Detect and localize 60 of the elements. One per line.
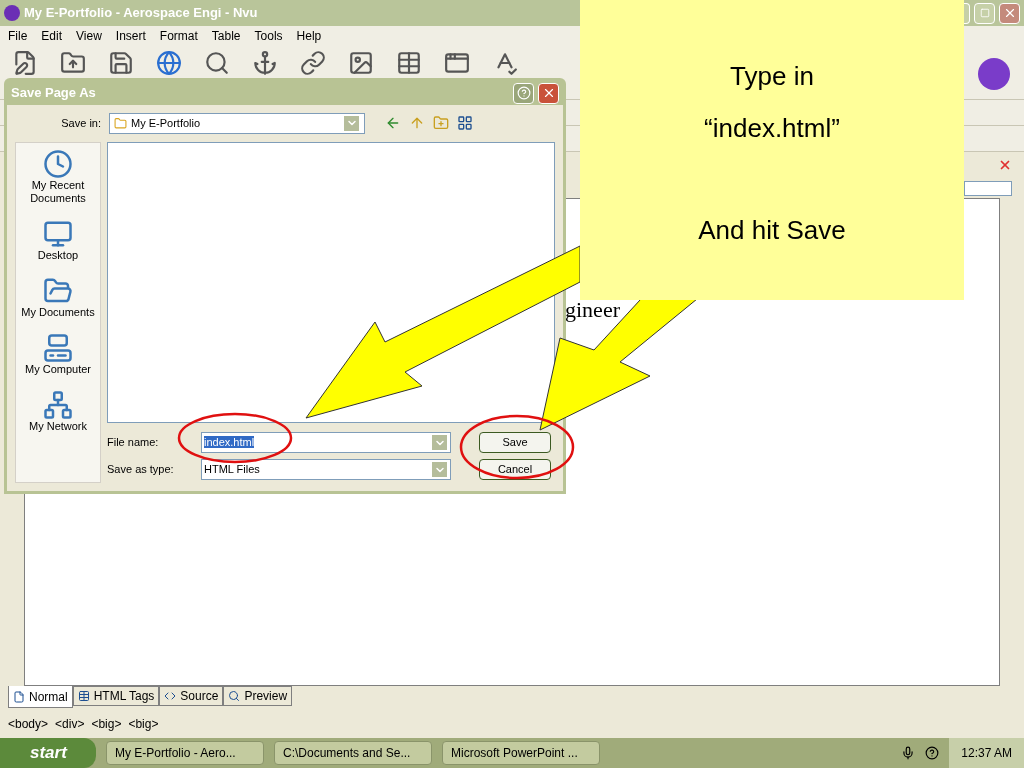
- menu-item[interactable]: Help: [296, 27, 322, 45]
- close-icon[interactable]: [538, 82, 559, 104]
- folder-icon: [114, 116, 127, 130]
- menu-item[interactable]: Insert: [115, 27, 146, 45]
- menu-item[interactable]: View: [76, 27, 102, 45]
- save-in-dropdown[interactable]: My E-Portfolio: [109, 112, 365, 134]
- link-icon[interactable]: [300, 50, 326, 76]
- note-text: “index.html”: [704, 112, 840, 145]
- close-icon[interactable]: [998, 158, 1012, 172]
- view-tab[interactable]: HTML Tags: [72, 686, 160, 706]
- folder-up-icon[interactable]: [60, 50, 86, 76]
- app-logo-icon: [4, 5, 20, 21]
- input-field[interactable]: [964, 180, 1012, 196]
- tag-link[interactable]: <big>: [91, 715, 122, 733]
- clock: 12:37 AM: [949, 738, 1024, 768]
- table-icon[interactable]: [396, 50, 422, 76]
- close-icon[interactable]: [999, 2, 1020, 24]
- tag-link[interactable]: <body>: [8, 715, 49, 733]
- window-title: My E-Portfolio - Aerospace Engi - Nvu: [24, 4, 258, 23]
- search-icon[interactable]: [204, 50, 230, 76]
- menu-item[interactable]: Edit: [41, 27, 63, 45]
- taskbar-button[interactable]: Microsoft PowerPoint ...: [442, 741, 600, 765]
- microphone-icon[interactable]: [901, 746, 916, 760]
- start-button[interactable]: start: [0, 738, 96, 768]
- tag-link[interactable]: <big>: [128, 715, 159, 733]
- computer-icon: [43, 333, 73, 363]
- taskbar-button[interactable]: C:\Documents and Se...: [274, 741, 432, 765]
- view-tab[interactable]: Preview: [223, 686, 293, 706]
- globe-icon[interactable]: [156, 50, 182, 76]
- window-icon[interactable]: [444, 50, 470, 76]
- page-pencil-icon[interactable]: [12, 50, 38, 76]
- back-icon[interactable]: [385, 115, 401, 131]
- tag-link[interactable]: <div>: [55, 715, 85, 733]
- editor-text: gineer: [565, 296, 620, 324]
- view-menu-icon[interactable]: [457, 115, 473, 131]
- menu-item[interactable]: Format: [159, 27, 198, 45]
- menu-item[interactable]: File: [8, 27, 28, 45]
- picture-frame-icon[interactable]: [348, 50, 374, 76]
- save-in-label: Save in:: [60, 115, 101, 131]
- app-logo-icon: [978, 58, 1010, 90]
- code-icon: [164, 690, 177, 702]
- view-tab[interactable]: Normal: [8, 686, 73, 708]
- menu-item[interactable]: Tools: [254, 27, 283, 45]
- dialog-title: Save Page As: [11, 84, 96, 103]
- taskbar-button[interactable]: My E-Portfolio - Aero...: [106, 741, 264, 765]
- menu-item[interactable]: Table: [211, 27, 241, 45]
- note-text: And hit Save: [698, 214, 846, 247]
- search-icon: [228, 690, 241, 702]
- save-as-type-label: Save as type:: [107, 462, 175, 478]
- view-tab[interactable]: Source: [159, 686, 224, 706]
- save-button[interactable]: Save: [479, 432, 551, 453]
- file-name-label: File name:: [107, 435, 160, 451]
- network-icon: [43, 390, 73, 420]
- note-text: Type in: [730, 60, 814, 93]
- file-name-field[interactable]: index.html: [201, 432, 451, 453]
- page-icon: [13, 690, 25, 703]
- save-as-type-dropdown[interactable]: HTML Files: [201, 459, 451, 480]
- help-icon[interactable]: [925, 746, 940, 760]
- desktop-icon: [43, 219, 73, 249]
- anchor-icon[interactable]: [252, 50, 278, 76]
